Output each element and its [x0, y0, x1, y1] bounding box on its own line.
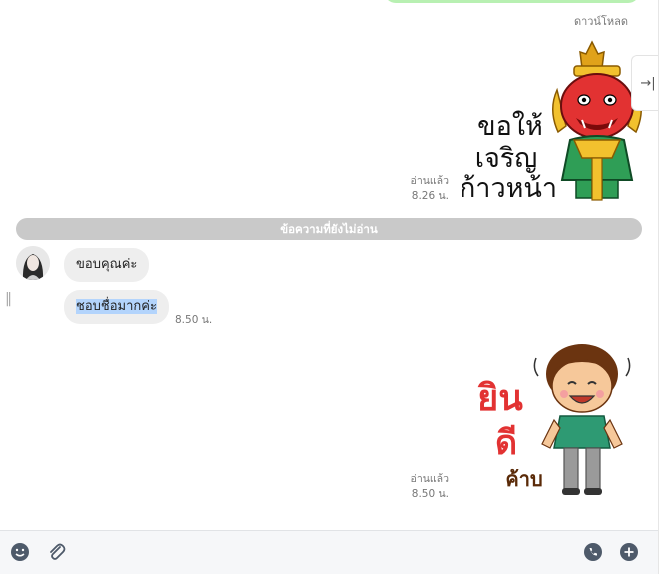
sticker-text-1: ยิน — [477, 378, 523, 419]
chat-area: ดาวน์โหลด ขอให้ เจริญ ก้าวหน้า อ่านแล้ว … — [0, 0, 658, 530]
panel-divider — [658, 0, 664, 574]
sticker-text-3: ค้าบ — [505, 467, 542, 491]
unread-divider: ข้อความที่ยังไม่อ่าน — [16, 218, 642, 240]
message-time: 8.26 น. — [411, 190, 449, 202]
read-receipt: อ่านแล้ว 8.26 น. — [395, 174, 449, 204]
message-time: 8.50 น. — [175, 314, 213, 326]
sent-message-bubble[interactable] — [384, 0, 640, 3]
avatar[interactable] — [16, 246, 50, 280]
sticker-boy[interactable]: ยิน ดี ค้าบ — [462, 338, 642, 503]
message-bubble[interactable]: ชอบชื่อมากค่ะ — [64, 290, 169, 324]
read-receipt: อ่านแล้ว 8.50 น. — [395, 472, 449, 502]
emoji-icon[interactable] — [10, 542, 30, 562]
message-text: ชอบชื่อมากค่ะ — [76, 299, 157, 314]
sticker-text-2: เจริญ — [475, 143, 538, 174]
resize-handle[interactable]: ‖ — [5, 291, 12, 307]
download-link[interactable]: ดาวน์โหลด — [574, 12, 628, 30]
read-label: อ่านแล้ว — [410, 175, 449, 187]
attach-icon[interactable] — [47, 542, 67, 562]
message-time: 8.50 น. — [411, 488, 449, 500]
sticker-text-2: ดี — [495, 423, 517, 463]
sticker-giant[interactable]: ขอให้ เจริญ ก้าวหน้า — [459, 40, 642, 205]
add-icon[interactable] — [619, 542, 639, 562]
message-bubble[interactable]: ขอบคุณค่ะ — [64, 248, 150, 282]
sticker-text-1: ขอให้ — [477, 110, 543, 142]
read-label: อ่านแล้ว — [410, 473, 449, 485]
collapse-right-icon: →| — [640, 75, 656, 91]
chat-toolbar — [0, 530, 658, 574]
sticker-text-3: ก้าวหน้า — [462, 173, 557, 204]
message-text: ขอบคุณค่ะ — [76, 257, 138, 272]
call-icon[interactable] — [583, 542, 603, 562]
